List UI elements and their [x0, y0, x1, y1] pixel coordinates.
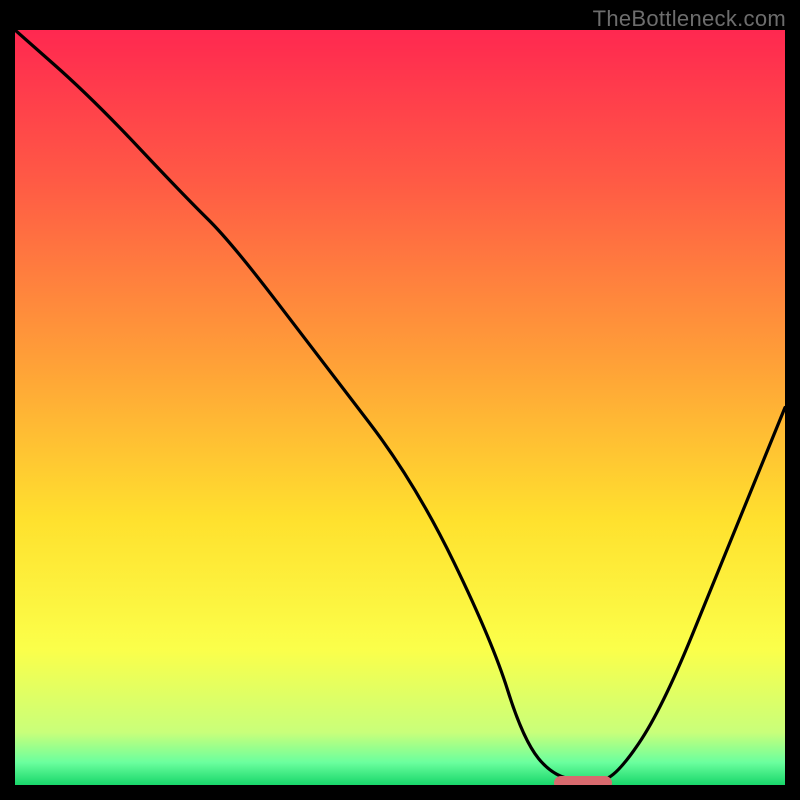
bottleneck-chart: TheBottleneck.com — [0, 0, 800, 800]
optimal-marker — [554, 776, 612, 785]
bottleneck-curve — [15, 30, 785, 780]
watermark-text: TheBottleneck.com — [593, 6, 786, 32]
plot-area — [15, 30, 785, 785]
curve-layer — [15, 30, 785, 785]
